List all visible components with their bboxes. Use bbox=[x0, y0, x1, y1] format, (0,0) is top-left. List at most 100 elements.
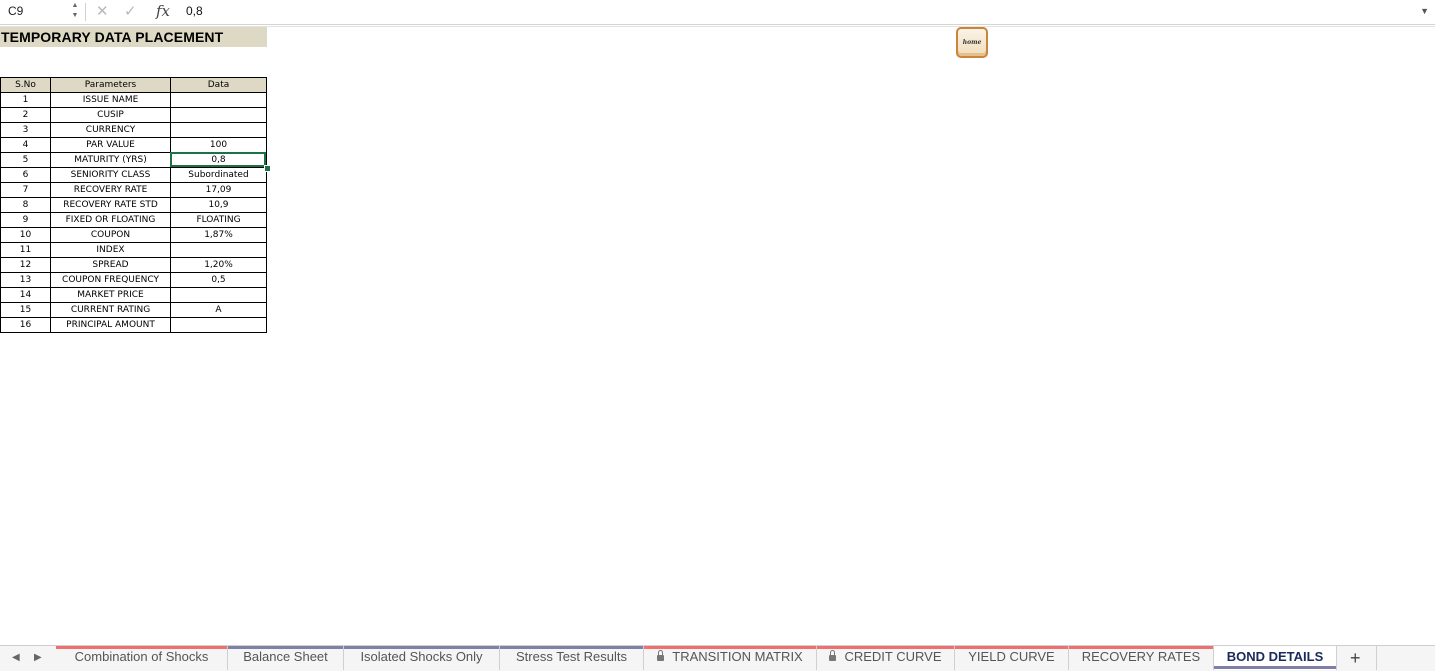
cell-data[interactable] bbox=[170, 107, 267, 123]
sheet-tab[interactable]: BOND DETAILS bbox=[1214, 646, 1337, 670]
cell-parameter[interactable]: PAR VALUE bbox=[50, 137, 171, 153]
cell-parameter[interactable]: CUSIP bbox=[50, 107, 171, 123]
cell-parameter[interactable]: CURRENT RATING bbox=[50, 302, 171, 318]
bond-details-table: S.No Parameters Data 1 ISSUE NAME 2 CUSIP 3 C… bbox=[0, 77, 267, 333]
cell-sno[interactable]: 8 bbox=[0, 197, 51, 213]
cell-parameter[interactable]: MARKET PRICE bbox=[50, 287, 171, 303]
cell-sno[interactable]: 4 bbox=[0, 137, 51, 153]
table-row: 3 CURRENCY bbox=[0, 122, 267, 138]
cell-data[interactable]: 1,20% bbox=[170, 257, 267, 273]
lock-icon bbox=[829, 650, 837, 661]
formula-input[interactable]: 0,8 bbox=[186, 4, 203, 18]
sheet-tab-label: Balance Sheet bbox=[243, 649, 328, 664]
cell-sno[interactable]: 15 bbox=[0, 302, 51, 318]
cell-sno[interactable]: 16 bbox=[0, 317, 51, 333]
sheet-tab-label: Stress Test Results bbox=[515, 649, 628, 664]
cell-parameter[interactable]: FIXED OR FLOATING bbox=[50, 212, 171, 228]
cell-parameter[interactable]: RECOVERY RATE bbox=[50, 182, 171, 198]
tab-color-strip bbox=[1069, 646, 1213, 649]
cell-sno[interactable]: 12 bbox=[0, 257, 51, 273]
table-row: 14 MARKET PRICE bbox=[0, 287, 267, 303]
cell-sno[interactable]: 5 bbox=[0, 152, 51, 168]
sheet-tab[interactable]: Isolated Shocks Only bbox=[344, 646, 500, 670]
table-header-row: S.No Parameters Data bbox=[0, 77, 267, 93]
cell-sno[interactable]: 6 bbox=[0, 167, 51, 183]
sheet-tab[interactable]: Balance Sheet bbox=[228, 646, 344, 670]
name-box[interactable]: C9 bbox=[8, 4, 23, 18]
cell-data[interactable] bbox=[170, 287, 267, 303]
cell-parameter[interactable]: CURRENCY bbox=[50, 122, 171, 138]
cell-data[interactable] bbox=[170, 92, 267, 108]
sheet-tabs: Combination of Shocks Balance Sheet Isolat… bbox=[56, 646, 1337, 671]
cell-parameter[interactable]: COUPON bbox=[50, 227, 171, 243]
cell-parameter[interactable]: RECOVERY RATE STD bbox=[50, 197, 171, 213]
sheet-tab[interactable]: RECOVERY RATES bbox=[1069, 646, 1214, 670]
table-row: 15 CURRENT RATING A bbox=[0, 302, 267, 318]
next-sheet-icon[interactable]: ▶ bbox=[34, 652, 42, 663]
cell-data[interactable]: 10,9 bbox=[170, 197, 267, 213]
sheet-title[interactable]: TEMPORARY DATA PLACEMENT bbox=[0, 27, 267, 47]
cell-data[interactable]: 0,5 bbox=[170, 272, 267, 288]
cell-data[interactable] bbox=[170, 317, 267, 333]
cell-parameter[interactable]: MATURITY (YRS) bbox=[50, 152, 171, 168]
expand-formula-bar-icon[interactable]: ▼ bbox=[1420, 6, 1429, 16]
cell-sno[interactable]: 7 bbox=[0, 182, 51, 198]
cell-parameter[interactable]: SPREAD bbox=[50, 257, 171, 273]
home-button[interactable]: home bbox=[956, 27, 988, 58]
cell-parameter[interactable]: PRINCIPAL AMOUNT bbox=[50, 317, 171, 333]
cell-data[interactable]: Subordinated bbox=[170, 167, 267, 183]
sheet-tab[interactable]: Combination of Shocks bbox=[56, 646, 228, 670]
cell-data[interactable]: FLOATING bbox=[170, 212, 267, 228]
confirm-icon[interactable]: ✓ bbox=[124, 2, 137, 20]
fill-handle[interactable] bbox=[264, 165, 271, 172]
table-row: 7 RECOVERY RATE 17,09 bbox=[0, 182, 267, 198]
sheet-tab[interactable]: CREDIT CURVE bbox=[817, 646, 955, 670]
table-row: 6 SENIORITY CLASS Subordinated bbox=[0, 167, 267, 183]
table-row: 5 MATURITY (YRS) 0,8 bbox=[0, 152, 267, 168]
table-row: 13 COUPON FREQUENCY 0,5 bbox=[0, 272, 267, 288]
cell-sno[interactable]: 1 bbox=[0, 92, 51, 108]
table-row: 16 PRINCIPAL AMOUNT bbox=[0, 317, 267, 333]
sheet-tab[interactable]: TRANSITION MATRIX bbox=[644, 646, 817, 670]
cell-data[interactable]: 1,87% bbox=[170, 227, 267, 243]
column-header-data[interactable]: Data bbox=[170, 77, 267, 93]
cell-sno[interactable]: 13 bbox=[0, 272, 51, 288]
cell-data[interactable]: 100 bbox=[170, 137, 267, 153]
prev-sheet-icon[interactable]: ◀ bbox=[12, 652, 20, 663]
sheet-tab[interactable]: Stress Test Results bbox=[500, 646, 644, 670]
sheet-tab-bar: ◀ ▶ Combination of Shocks Balance Sheet Is… bbox=[0, 645, 1435, 671]
cell-sno[interactable]: 3 bbox=[0, 122, 51, 138]
cell-sno[interactable]: 14 bbox=[0, 287, 51, 303]
formula-bar-divider bbox=[85, 3, 86, 21]
tab-color-strip bbox=[1214, 666, 1336, 669]
table-row: 10 COUPON 1,87% bbox=[0, 227, 267, 243]
sheet-tab-label: BOND DETAILS bbox=[1226, 649, 1324, 664]
cell-parameter[interactable]: COUPON FREQUENCY bbox=[50, 272, 171, 288]
cell-sno[interactable]: 2 bbox=[0, 107, 51, 123]
cell-parameter[interactable]: INDEX bbox=[50, 242, 171, 258]
cell-parameter[interactable]: ISSUE NAME bbox=[50, 92, 171, 108]
cell-data[interactable] bbox=[170, 242, 267, 258]
sheet-tab[interactable]: YIELD CURVE bbox=[955, 646, 1069, 670]
cell-sno[interactable]: 11 bbox=[0, 242, 51, 258]
tab-color-strip bbox=[344, 646, 499, 649]
table-row: 11 INDEX bbox=[0, 242, 267, 258]
name-box-spinner[interactable]: ▲ ▼ bbox=[70, 1, 80, 23]
sheet-tab-label: YIELD CURVE bbox=[968, 649, 1055, 664]
cell-sno[interactable]: 10 bbox=[0, 227, 51, 243]
cell-data[interactable]: 17,09 bbox=[170, 182, 267, 198]
cell-sno[interactable]: 9 bbox=[0, 212, 51, 228]
tab-color-strip bbox=[56, 646, 227, 649]
table-row: 8 RECOVERY RATE STD 10,9 bbox=[0, 197, 267, 213]
cell-data[interactable]: 0,8 bbox=[170, 152, 267, 168]
cell-data[interactable]: A bbox=[170, 302, 267, 318]
insert-function-icon[interactable]: fx bbox=[156, 2, 170, 20]
column-header-sno[interactable]: S.No bbox=[0, 77, 51, 93]
cell-parameter[interactable]: SENIORITY CLASS bbox=[50, 167, 171, 183]
tab-color-strip bbox=[228, 646, 343, 649]
cancel-icon[interactable]: ✕ bbox=[96, 2, 109, 20]
cell-data[interactable] bbox=[170, 122, 267, 138]
formula-bar: C9 ▲ ▼ ✕ ✓ fx 0,8 ▼ bbox=[0, 0, 1435, 25]
add-sheet-button[interactable]: + bbox=[1350, 648, 1361, 668]
column-header-parameters[interactable]: Parameters bbox=[50, 77, 171, 93]
